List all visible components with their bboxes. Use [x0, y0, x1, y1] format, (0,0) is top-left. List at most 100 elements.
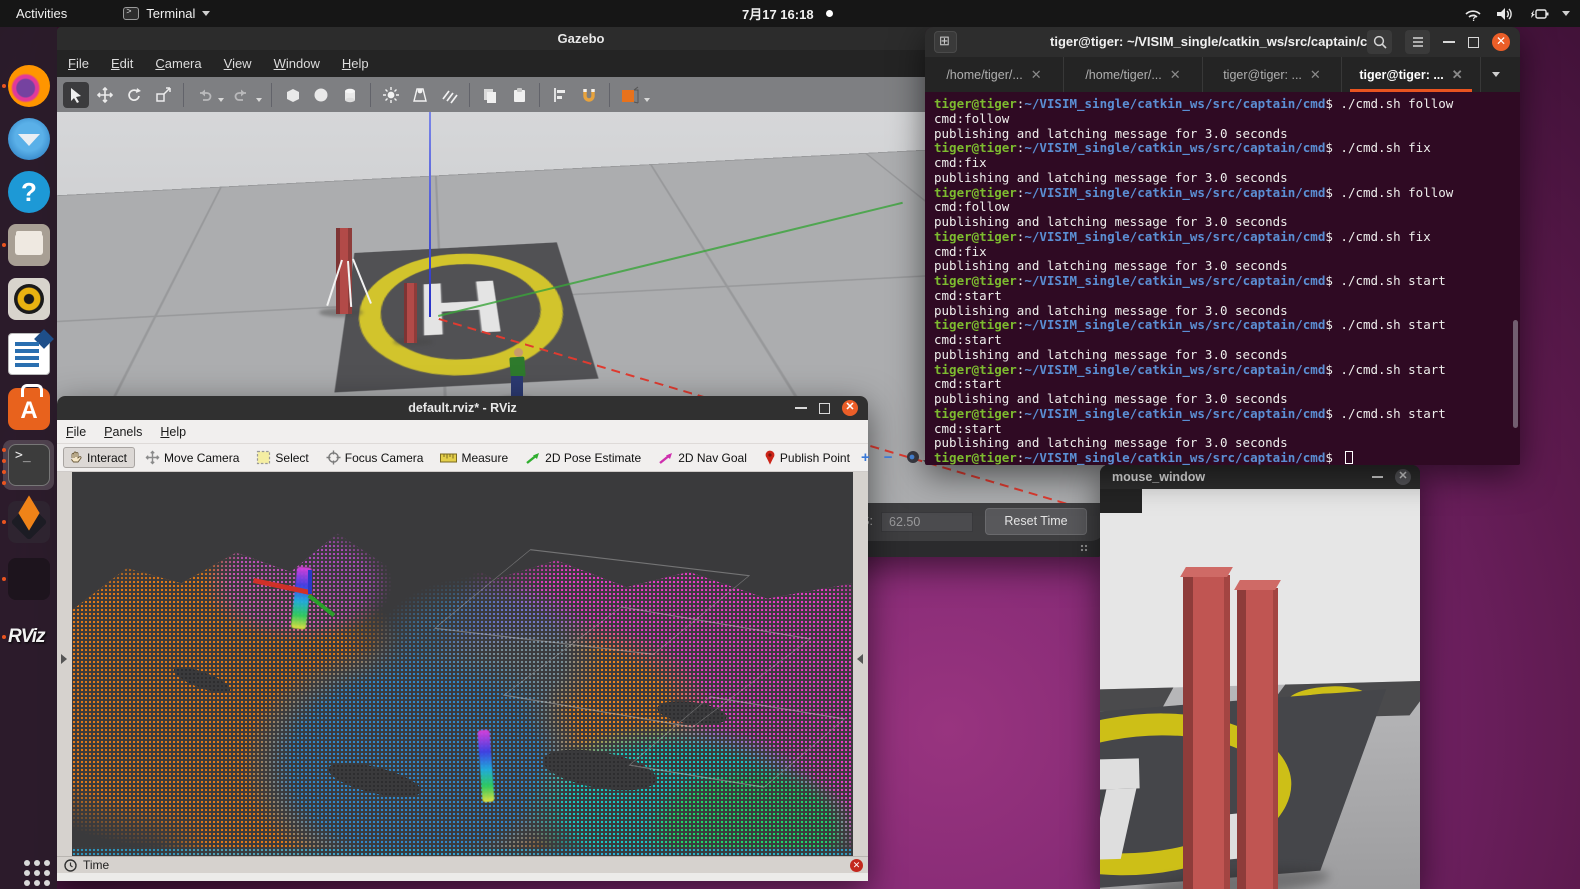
dock-item-rviz[interactable]: RViz	[8, 616, 50, 658]
cylinder-tool-button[interactable]	[337, 82, 363, 108]
copy-tool-button[interactable]	[477, 82, 503, 108]
chevron-down-icon	[1562, 11, 1570, 16]
undo-tool-button[interactable]	[191, 82, 217, 108]
dock-item-libreoffice-writer[interactable]	[8, 333, 50, 375]
pointlight-tool-button[interactable]	[378, 82, 404, 108]
rviz-tool-publish-point[interactable]: Publish Point	[760, 448, 857, 467]
resize-grip[interactable]	[1080, 544, 1089, 553]
time-panel-close-icon[interactable]: ✕	[850, 859, 863, 872]
spotlight-tool-button[interactable]	[407, 82, 433, 108]
maximize-button[interactable]	[1468, 37, 1479, 48]
dock-item-ubuntu-software[interactable]: A	[8, 388, 50, 430]
rviz-tool-2d-pose-estimate[interactable]: 2D Pose Estimate	[521, 449, 648, 467]
app-menu[interactable]: Terminal	[123, 6, 210, 21]
cursor-tool-button[interactable]	[63, 82, 89, 108]
rviz-tool-interact[interactable]: Interact	[63, 447, 135, 468]
fps-value-field[interactable]: 62.50	[881, 512, 973, 532]
rviz-tool-focus-camera[interactable]: Focus Camera	[322, 448, 431, 467]
terminal-tabbar: /home/tiger/...✕/home/tiger/...✕tiger@ti…	[925, 57, 1520, 92]
dock-item-gazebo[interactable]	[8, 501, 50, 543]
close-icon[interactable]: ✕	[842, 400, 858, 416]
rviz-3d-view[interactable]	[72, 472, 853, 856]
tab-list-button[interactable]	[1481, 57, 1511, 92]
minimize-button[interactable]	[795, 407, 807, 409]
menu-panels[interactable]: Panels	[95, 425, 151, 439]
scrollbar-thumb[interactable]	[1513, 320, 1518, 428]
toolbar-separator	[539, 83, 540, 107]
paste-tool-button[interactable]	[506, 82, 532, 108]
rviz-tool-measure[interactable]: Measure	[436, 449, 515, 467]
running-indicator-dot	[2, 481, 6, 485]
menu-edit[interactable]: Edit	[100, 56, 144, 71]
menu-button[interactable]	[1405, 30, 1430, 54]
terminal-line: publishing and latching message for 3.0 …	[934, 436, 1520, 451]
rviz-tool-2d-nav-goal[interactable]: 2D Nav Goal	[654, 449, 754, 467]
dock-item-terminal[interactable]: >_	[8, 444, 50, 486]
tab-close-icon[interactable]: ✕	[1031, 67, 1042, 83]
dropdown-caret-icon[interactable]	[218, 98, 224, 102]
terminal-line: cmd:follow	[934, 112, 1520, 127]
dock-item-show-applications[interactable]	[8, 858, 50, 889]
close-icon[interactable]: ✕	[1492, 33, 1510, 51]
top-bar: Activities Terminal 7月17 16:18 ?	[0, 0, 1580, 27]
terminal-tab[interactable]: /home/tiger/...✕	[925, 57, 1064, 92]
maximize-button[interactable]	[819, 403, 830, 414]
terminal-body[interactable]: tiger@tiger:~/VISIM_single/catkin_ws/src…	[925, 92, 1520, 465]
mouse-window-titlebar[interactable]: mouse_window ✕	[1100, 465, 1420, 489]
menu-camera[interactable]: Camera	[144, 56, 212, 71]
sphere-tool-button[interactable]	[308, 82, 334, 108]
time-panel-header[interactable]: Time ✕	[57, 856, 868, 873]
tab-close-icon[interactable]: ✕	[1452, 67, 1463, 83]
system-status-area[interactable]: ?	[1464, 6, 1570, 22]
search-button[interactable]	[1367, 30, 1392, 54]
dropdown-caret-icon[interactable]	[256, 98, 262, 102]
reset-time-button[interactable]: Reset Time	[985, 508, 1087, 535]
rviz-tool-move-camera[interactable]: Move Camera	[141, 448, 246, 467]
terminal-tab[interactable]: /home/tiger/...✕	[1064, 57, 1203, 92]
menu-file[interactable]: File	[57, 425, 95, 439]
zoom-in-button[interactable]: +	[861, 449, 870, 466]
terminal-line: tiger@tiger:~/VISIM_single/catkin_ws/src…	[934, 407, 1520, 422]
magnet-tool-button[interactable]	[576, 82, 602, 108]
zoom-out-button[interactable]: −	[884, 449, 893, 466]
minimize-button[interactable]	[1372, 476, 1383, 478]
terminal-tab[interactable]: tiger@tiger: ...✕	[1342, 57, 1481, 92]
scale-tool-button[interactable]	[150, 82, 176, 108]
dock-item-files[interactable]	[8, 224, 50, 266]
menu-view[interactable]: View	[213, 56, 263, 71]
close-icon[interactable]: ✕	[1395, 469, 1411, 485]
dock-item-rhythmbox[interactable]	[8, 278, 50, 320]
cube-tool-button[interactable]	[279, 82, 305, 108]
move-tool-button[interactable]	[92, 82, 118, 108]
new-tab-button[interactable]	[934, 31, 957, 53]
clock-area[interactable]: 7月17 16:18	[742, 4, 833, 23]
red-pillar	[1183, 575, 1230, 889]
redo-tool-button[interactable]	[229, 82, 255, 108]
displays-panel-collapsed[interactable]	[57, 472, 72, 856]
dock-item-dark-app[interactable]	[8, 558, 50, 600]
terminal-titlebar[interactable]: tiger@tiger: ~/VISIM_single/catkin_ws/sr…	[925, 27, 1520, 57]
tab-close-icon[interactable]: ✕	[1170, 67, 1181, 83]
menu-file[interactable]: File	[57, 56, 100, 71]
minimize-button[interactable]	[1443, 41, 1455, 43]
menu-window[interactable]: Window	[263, 56, 331, 71]
dirlight-tool-button[interactable]	[436, 82, 462, 108]
views-panel-collapsed[interactable]	[853, 472, 868, 856]
orangebox-tool-button[interactable]	[617, 82, 643, 108]
align-tool-button[interactable]	[547, 82, 573, 108]
rotate-tool-button[interactable]	[121, 82, 147, 108]
rviz-tool-select[interactable]: Select	[252, 448, 315, 467]
rviz-titlebar[interactable]: default.rviz* - RViz ✕	[57, 396, 868, 420]
tab-close-icon[interactable]: ✕	[1310, 67, 1321, 83]
dock-item-thunderbird[interactable]	[8, 118, 50, 160]
desktop: Gazebo FileEditCameraViewWindowHelp HHHH…	[0, 0, 1580, 889]
terminal-tab[interactable]: tiger@tiger: ...✕	[1203, 57, 1342, 92]
volume-icon	[1495, 6, 1514, 22]
menu-help[interactable]: Help	[151, 425, 195, 439]
dock-item-help[interactable]: ?	[8, 171, 50, 213]
mouse-window-3d-view[interactable]	[1100, 489, 1420, 889]
menu-help[interactable]: Help	[331, 56, 380, 71]
activities-button[interactable]: Activities	[0, 0, 83, 27]
dock-item-firefox[interactable]	[8, 65, 50, 107]
dropdown-caret-icon[interactable]	[644, 98, 650, 102]
